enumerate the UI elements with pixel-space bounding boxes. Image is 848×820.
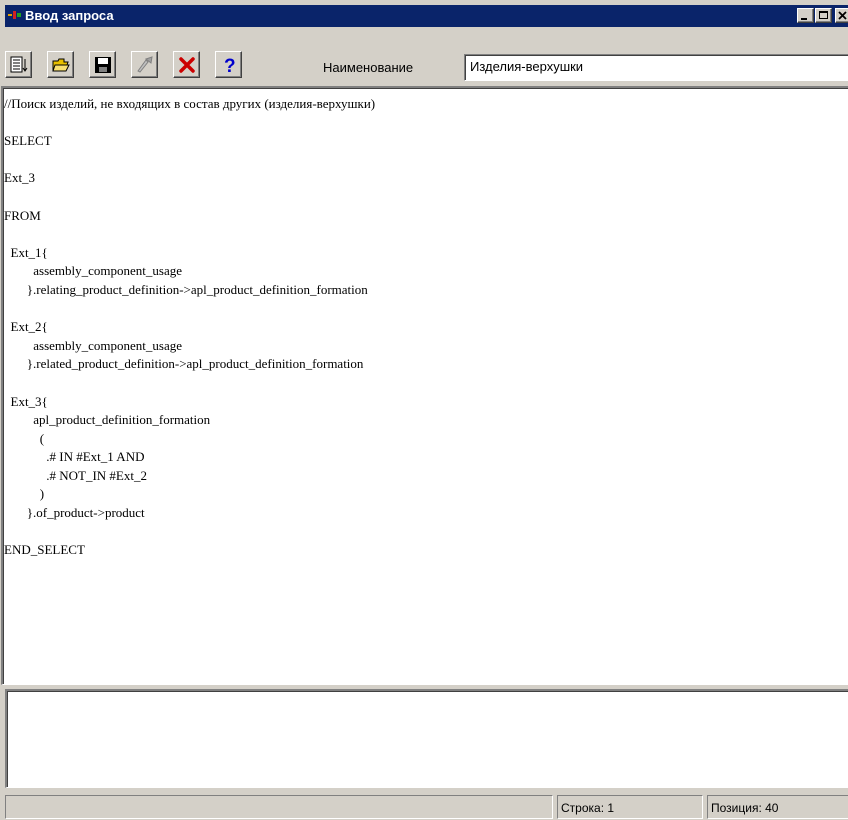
code-line: }.relating_product_definition->apl_produ… xyxy=(4,281,368,297)
code-line: .# NOT_IN #Ext_2 xyxy=(4,467,147,483)
status-bar: Строка: 1 Позиция: 40 xyxy=(5,795,848,819)
code-line: }.of_product->product xyxy=(4,505,145,521)
code-line: Ext_1{ xyxy=(4,244,48,260)
output-pane[interactable] xyxy=(5,689,848,788)
sort-button[interactable] xyxy=(5,51,32,78)
status-main xyxy=(5,795,553,819)
code-line: Ext_2{ xyxy=(4,319,48,335)
code-line: END_SELECT xyxy=(4,542,85,558)
status-position: Позиция: 40 xyxy=(707,795,848,819)
open-folder-icon xyxy=(52,58,70,72)
svg-text:?: ? xyxy=(224,56,236,74)
query-window: Ввод запроса ? Наименование Изделия-верх… xyxy=(0,0,848,820)
code-line: SELECT xyxy=(4,133,52,149)
code-line: Ext_3 xyxy=(4,170,36,186)
maximize-icon xyxy=(819,11,828,19)
code-line: //Поиск изделий, не входящих в состав др… xyxy=(4,96,376,111)
close-icon xyxy=(838,11,847,20)
name-input[interactable]: Изделия-верхушки xyxy=(464,54,848,81)
code-line: Ext_3{ xyxy=(4,393,48,409)
query-text[interactable]: //Поиск изделий, не входящих в состав др… xyxy=(3,88,848,560)
code-line: .# IN #Ext_1 AND xyxy=(4,449,145,465)
status-line: Строка: 1 xyxy=(557,795,703,819)
code-line: ) xyxy=(4,486,45,502)
save-button[interactable] xyxy=(89,51,116,78)
delete-x-icon xyxy=(179,57,195,73)
code-line: FROM xyxy=(4,207,41,223)
maximize-button[interactable] xyxy=(815,8,832,23)
save-disk-icon xyxy=(95,57,111,73)
code-line: apl_product_definition_formation xyxy=(4,412,211,428)
run-query-icon xyxy=(137,56,153,73)
minimize-button[interactable] xyxy=(797,8,814,23)
help-question-icon: ? xyxy=(224,56,236,74)
query-editor[interactable]: //Поиск изделий, не входящих в состав др… xyxy=(1,86,848,685)
code-line: }.related_product_definition->apl_produc… xyxy=(4,356,364,372)
close-button[interactable] xyxy=(835,8,848,23)
sort-list-icon xyxy=(10,56,28,73)
name-label: Наименование xyxy=(323,60,414,75)
title-bar[interactable]: Ввод запроса xyxy=(5,5,848,27)
app-icon xyxy=(8,11,21,19)
code-line: assembly_component_usage xyxy=(4,337,182,353)
code-line: assembly_component_usage xyxy=(4,263,182,279)
window-title: Ввод запроса xyxy=(25,8,114,23)
delete-button[interactable] xyxy=(173,51,200,78)
run-query-button[interactable] xyxy=(131,51,158,78)
code-line: ( xyxy=(4,430,45,446)
open-button[interactable] xyxy=(47,51,74,78)
minimize-icon xyxy=(801,18,807,20)
help-button[interactable]: ? xyxy=(215,51,242,78)
